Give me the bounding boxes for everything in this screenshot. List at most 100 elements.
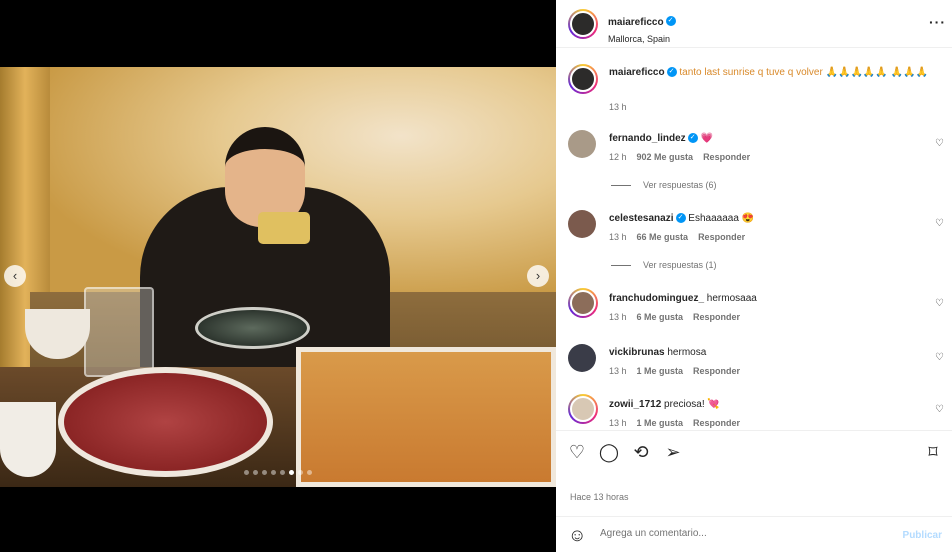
caption-time: 13 h (609, 102, 627, 112)
view-replies-button[interactable]: Ver respuestas (6) (611, 180, 717, 190)
comment-body: fernando_lindez ✓ 💗 (609, 132, 929, 146)
caption-text: tanto last sunrise q tuve q volver 🙏🙏🙏🙏🙏… (679, 67, 928, 78)
carousel-dot (244, 470, 249, 475)
comment-like-button[interactable]: ♡ (935, 298, 944, 309)
carousel-dot (262, 470, 267, 475)
photo-glass (84, 287, 154, 377)
comment-like-button[interactable]: ♡ (935, 404, 944, 415)
reply-button[interactable]: Responder (693, 366, 740, 376)
comment-time: 13 h (609, 418, 627, 428)
comment-meta: 13 h 1 Me gusta Responder (609, 418, 740, 428)
comment-time: 13 h (609, 312, 627, 322)
verified-badge-icon: ✓ (687, 133, 698, 144)
comment-item: zowii_1712 preciosa! 💘 13 h 1 Me gusta R… (556, 392, 952, 428)
comment-like-button[interactable]: ♡ (935, 218, 944, 229)
verified-badge-icon: ✓ (675, 213, 686, 224)
carousel-dot (280, 470, 285, 475)
post-location[interactable]: Mallorca, Spain (608, 34, 676, 44)
carousel-dot (271, 470, 276, 475)
comment-body: celestesanazi ✓ Eshaaaaaa 😍 (609, 212, 929, 226)
post-timestamp: Hace 13 horas (570, 492, 629, 502)
comment-body: franchudominguez_ hermosaaa (609, 292, 929, 306)
comment-composer: ☺ Publicar (556, 516, 952, 552)
comment-item: celestesanazi ✓ Eshaaaaaa 😍 13 h 66 Me gu… (556, 206, 952, 276)
comment-text: preciosa! 💘 (664, 399, 720, 410)
previous-slide-button[interactable]: ‹ (4, 265, 26, 287)
verified-badge-icon: ✓ (666, 67, 677, 78)
comment-meta: 13 h 66 Me gusta Responder (609, 232, 745, 242)
send-button[interactable]: ➢ (662, 441, 684, 463)
comment-username[interactable]: fernando_lindez (609, 133, 686, 144)
comment-like-button[interactable]: ♡ (935, 138, 944, 149)
author-info: maiareficco ✓ Mallorca, Spain (608, 12, 676, 44)
comment-text: hermosa (667, 347, 707, 358)
comment-meta: 12 h 902 Me gusta Responder (609, 152, 750, 162)
comment-likes[interactable]: 1 Me gusta (637, 418, 684, 428)
comment-item: fernando_lindez ✓ 💗 12 h 902 Me gusta Res… (556, 126, 952, 196)
photo-phone (258, 212, 310, 244)
commenter-avatar[interactable] (568, 210, 596, 238)
comment-username[interactable]: vickibrunas (609, 347, 665, 358)
commenter-avatar[interactable] (568, 394, 598, 424)
comment-time: 13 h (609, 366, 627, 376)
comment-likes[interactable]: 6 Me gusta (637, 312, 684, 322)
comment-body: vickibrunas hermosa (609, 346, 929, 360)
heart-icon: ♡ (568, 442, 586, 462)
photo-pizza (296, 347, 556, 487)
author-avatar[interactable] (568, 9, 598, 39)
comment-username[interactable]: zowii_1712 (609, 399, 661, 410)
caption-username[interactable]: maiareficco (609, 67, 665, 78)
share-button[interactable]: ⟲ (630, 441, 652, 463)
comment-item: franchudominguez_ hermosaaa 13 h 6 Me gu… (556, 286, 952, 334)
replies-divider (611, 184, 631, 186)
reply-button[interactable]: Responder (703, 152, 750, 162)
save-button[interactable]: ⌑ (922, 441, 944, 463)
comment-likes[interactable]: 66 Me gusta (637, 232, 689, 242)
media-viewer: ‹ › (0, 0, 556, 552)
comment-username[interactable]: franchudominguez_ (609, 293, 704, 304)
commenter-avatar[interactable] (568, 130, 596, 158)
reply-button[interactable]: Responder (698, 232, 745, 242)
caption-avatar[interactable] (568, 64, 598, 94)
comment-text: 💗 (700, 133, 713, 144)
comment-time: 13 h (609, 232, 627, 242)
comment-like-button[interactable]: ♡ (935, 352, 944, 363)
heart-icon: ♡ (935, 352, 944, 363)
like-button[interactable]: ♡ (566, 441, 588, 463)
more-horizontal-icon: ··· (929, 14, 946, 30)
reply-button[interactable]: Responder (693, 418, 740, 428)
comment-input[interactable] (600, 528, 880, 539)
photo-cup (0, 402, 56, 477)
post-comment-button[interactable]: Publicar (903, 530, 942, 541)
comment-text: hermosaaa (706, 293, 757, 304)
comment-time: 12 h (609, 152, 627, 162)
reply-button[interactable]: Responder (693, 312, 740, 322)
author-username[interactable]: maiareficco (608, 17, 664, 28)
commenter-avatar[interactable] (568, 344, 596, 372)
carousel-dot (307, 470, 312, 475)
more-options-button[interactable]: ··· (929, 14, 946, 30)
comment-username[interactable]: celestesanazi (609, 213, 674, 224)
next-slide-button[interactable]: › (527, 265, 549, 287)
comment-likes[interactable]: 902 Me gusta (637, 152, 694, 162)
chevron-right-icon: › (535, 268, 541, 283)
caption-body: maiareficco ✓ tanto last sunrise q tuve q… (609, 66, 929, 80)
comment-meta: 13 h 6 Me gusta Responder (609, 312, 740, 322)
view-replies-button[interactable]: Ver respuestas (1) (611, 260, 717, 270)
comment-button[interactable]: ◯ (598, 441, 620, 463)
comment-text: Eshaaaaaa 😍 (688, 213, 755, 224)
carousel-dot (253, 470, 258, 475)
post-actions: ♡ ◯ ⟲ ➢ ⌑ (556, 430, 952, 472)
send-icon: ➢ (665, 442, 681, 462)
bookmark-icon: ⌑ (928, 442, 938, 462)
comment-likes[interactable]: 1 Me gusta (637, 366, 684, 376)
commenter-avatar[interactable] (568, 288, 598, 318)
heart-icon: ♡ (935, 138, 944, 149)
smile-icon: ☺ (568, 525, 587, 545)
comments-list: maiareficco ✓ tanto last sunrise q tuve q… (556, 48, 952, 428)
verified-badge-icon: ✓ (665, 15, 676, 26)
emoji-picker-button[interactable]: ☺ (568, 525, 586, 546)
heart-icon: ♡ (935, 298, 944, 309)
comment-item: vickibrunas hermosa 13 h 1 Me gusta Resp… (556, 340, 952, 388)
photo-plate (195, 307, 310, 349)
